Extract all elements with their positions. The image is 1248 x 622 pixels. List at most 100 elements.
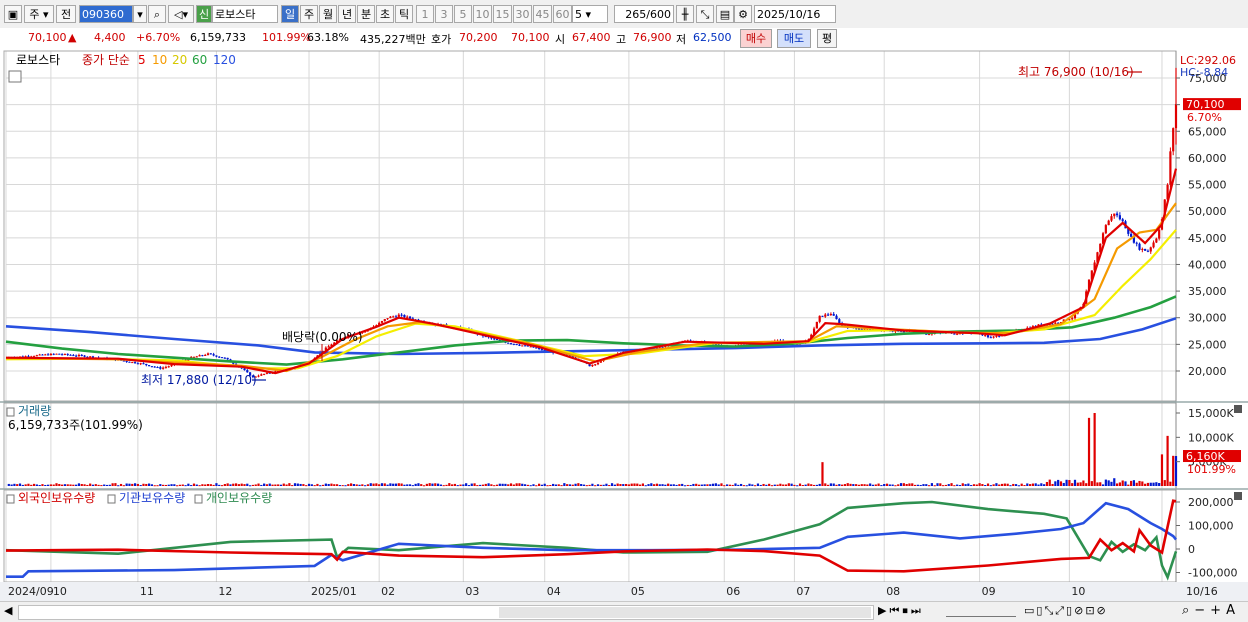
scroll-thumb[interactable]: [499, 607, 871, 618]
bar-count-input[interactable]: 265/600: [614, 5, 674, 23]
minute-button-10[interactable]: 10: [473, 5, 492, 23]
volume-toggle-icon[interactable]: [6, 407, 15, 417]
volume-bar: [1158, 482, 1161, 486]
save-icon[interactable]: ▤: [716, 5, 734, 23]
volume-bar: [1127, 484, 1130, 486]
price-pane-stock-name: 로보스타: [16, 53, 60, 67]
volume-bar: [52, 484, 55, 486]
volume-bar: [883, 483, 886, 486]
volume-bar: [596, 484, 600, 486]
candle-body: [150, 366, 153, 368]
volume-bar: [355, 484, 358, 486]
zoom-slider[interactable]: [946, 606, 1016, 617]
bottom-scrollbar[interactable]: ◀ ▶⏮⏹⏭ ▭▯⤡⤢▯⊘⊡⊘ ⌕−+A: [0, 601, 1248, 622]
volume-bar: [397, 483, 400, 486]
draw-tools-icon[interactable]: ⤡: [696, 5, 714, 23]
volume-bar: [268, 483, 271, 486]
speaker-icon[interactable]: ◁▾: [168, 5, 194, 23]
calculator-icon[interactable]: [8, 70, 22, 83]
volume-bar: [751, 484, 754, 486]
stock-name-field[interactable]: 로보스타: [212, 5, 278, 23]
volume-bar: [1130, 480, 1133, 486]
volume-bar: [967, 483, 970, 486]
volume-bar: [636, 483, 639, 486]
volume-bar: [479, 484, 482, 486]
period-button-5[interactable]: 초: [376, 5, 394, 23]
period-button-6[interactable]: 틱: [395, 5, 413, 23]
volume-bar: [417, 483, 420, 486]
volume-bar: [939, 483, 942, 486]
minute-button-5[interactable]: 5: [454, 5, 472, 23]
volume-bar: [580, 484, 583, 486]
minute-button-45[interactable]: 45: [533, 5, 552, 23]
search-icon[interactable]: ⌕: [148, 5, 166, 23]
holdings-toggle-icon[interactable]: [6, 494, 15, 504]
candle-type-icon[interactable]: ╫: [676, 5, 694, 23]
volume-bar: [352, 484, 356, 486]
candle-body: [1149, 247, 1152, 252]
volume-bar: [131, 483, 134, 486]
period-button-0[interactable]: 일: [281, 5, 299, 23]
view-tools-icons[interactable]: ▭▯⤡⤢▯⊘⊡⊘: [1024, 604, 1108, 618]
x-tick-label: 10: [53, 585, 67, 598]
candle-body: [153, 366, 156, 368]
volume-bar: [105, 484, 109, 486]
candle-body: [75, 355, 78, 357]
volume-value-label: 6,159,733주(101.99%): [8, 418, 143, 432]
layout-icon[interactable]: ▣: [4, 5, 22, 23]
volume-bar: [1174, 456, 1178, 486]
individual-toggle-icon[interactable]: [194, 494, 203, 504]
period-button-1[interactable]: 주: [300, 5, 318, 23]
chart-area[interactable]: 로보스타 종가 단순 5 10 20 60 120 최고 76,900 (10/…: [0, 49, 1248, 601]
code-dropdown-icon[interactable]: ▾: [133, 5, 147, 23]
volume-bar: [41, 484, 44, 486]
volume-bar: [1057, 479, 1060, 486]
period-button-2[interactable]: 월: [319, 5, 337, 23]
volume-bar: [871, 484, 875, 486]
volume-bar: [291, 485, 294, 487]
volume-bar: [678, 484, 681, 486]
volume-bar: [807, 483, 810, 486]
minute-button-60[interactable]: 60: [553, 5, 572, 23]
minute-button-15[interactable]: 15: [493, 5, 512, 23]
candle-body: [518, 344, 521, 346]
volume-bar: [1082, 480, 1085, 486]
minute-button-3[interactable]: 3: [435, 5, 453, 23]
volume-pane-close-icon[interactable]: [1234, 405, 1242, 413]
eval-button[interactable]: 평: [817, 29, 837, 48]
holdings-pane-close-icon[interactable]: [1234, 492, 1242, 500]
candle-body: [406, 316, 409, 318]
scroll-track[interactable]: [18, 605, 874, 620]
volume-bar: [897, 484, 900, 486]
candle-body: [400, 314, 403, 316]
candle-body: [201, 355, 204, 357]
stock-code-input[interactable]: 090360: [79, 5, 133, 23]
candle-body: [389, 316, 392, 319]
settings-gear-icon[interactable]: ⚙: [734, 5, 752, 23]
minute-button-30[interactable]: 30: [513, 5, 532, 23]
volume-bar: [801, 485, 804, 487]
prev-button[interactable]: 전: [56, 5, 76, 23]
volume-bar: [156, 485, 159, 487]
volume-bar: [776, 484, 779, 486]
volume-bar: [650, 483, 653, 486]
period-button-3[interactable]: 년: [338, 5, 356, 23]
volume-bar: [206, 484, 210, 486]
minute-button-1[interactable]: 1: [416, 5, 434, 23]
volume-bar: [369, 483, 372, 486]
zoom-buttons[interactable]: ⌕−+A: [1182, 603, 1240, 618]
volume-bar: [147, 483, 151, 486]
candle-body: [260, 374, 263, 376]
period-button-4[interactable]: 분: [357, 5, 375, 23]
market-select[interactable]: 주 ▾: [24, 5, 54, 23]
institution-toggle-icon[interactable]: [107, 494, 116, 504]
volume-bar: [100, 485, 103, 487]
minute-select[interactable]: 5 ▾: [572, 5, 608, 23]
buy-button[interactable]: 매수: [740, 29, 772, 48]
scroll-left-icon[interactable]: ◀: [4, 604, 12, 617]
date-input[interactable]: 2025/10/16: [754, 5, 836, 23]
playback-controls[interactable]: ▶⏮⏹⏭: [878, 604, 924, 618]
volume-bar: [877, 483, 880, 486]
volume-bar: [16, 484, 19, 486]
sell-button[interactable]: 매도: [777, 29, 811, 48]
